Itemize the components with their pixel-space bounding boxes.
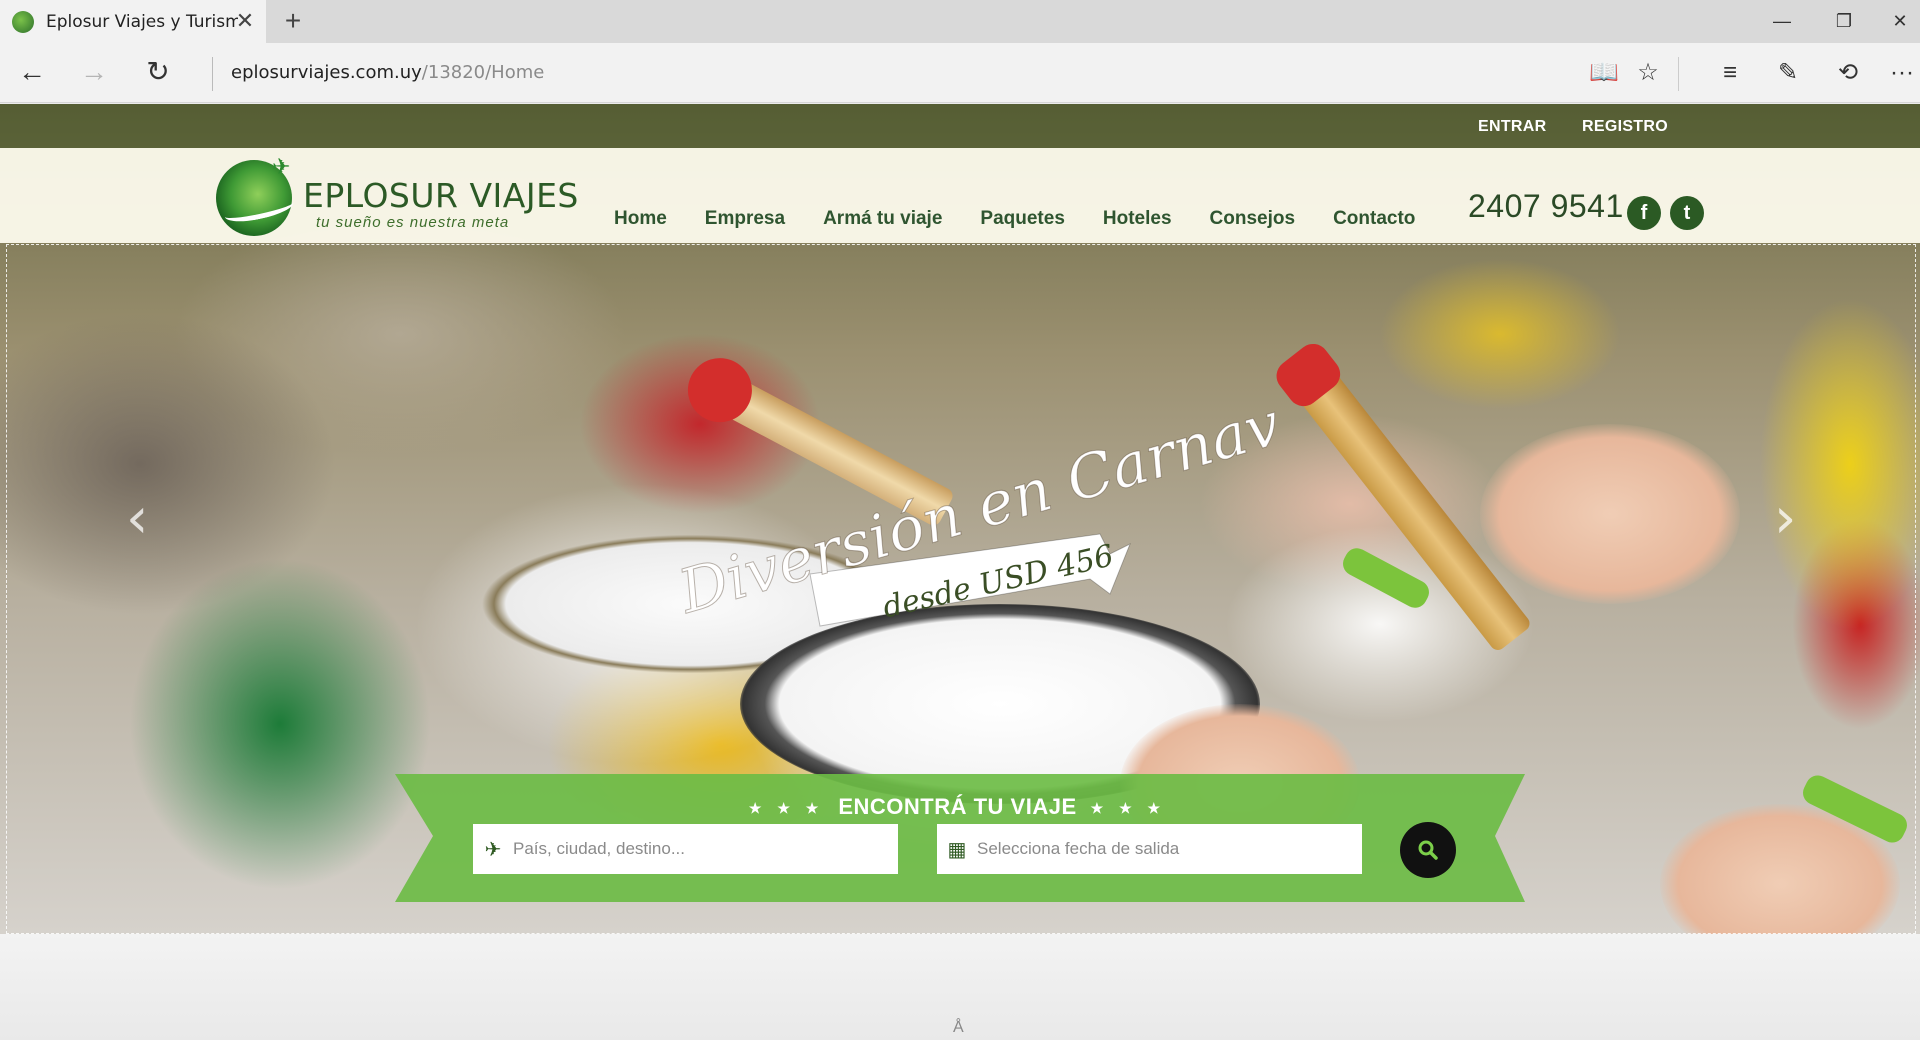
browser-tab[interactable]: Eplosur Viajes y Turismo ✕ — [0, 0, 266, 43]
stars-left-icon: ★ ★ ★ — [748, 799, 825, 816]
menu-item-paquetes[interactable]: Paquetes — [980, 208, 1064, 230]
favorite-star-icon[interactable]: ☆ — [1630, 55, 1666, 91]
toolbar-separator — [1678, 57, 1679, 91]
site-top-bar: ENTRAR REGISTRO — [0, 104, 1920, 148]
url-field[interactable]: eplosurviajes.com.uy/13820/Home — [231, 62, 544, 83]
more-icon[interactable]: ··· — [1884, 55, 1920, 91]
search-title: ENCONTRÁ TU VIAJE — [838, 794, 1077, 819]
address-bar: ← → ↻ eplosurviajes.com.uy/13820/Home 📖 … — [0, 43, 1920, 103]
forward-button[interactable]: → — [76, 55, 112, 91]
web-note-icon[interactable]: ✎ — [1770, 55, 1806, 91]
menu-item-home[interactable]: Home — [614, 208, 667, 230]
destination-input[interactable] — [513, 839, 893, 859]
url-host: eplosurviajes.com.uy — [231, 62, 422, 83]
menu-item-arma-tu-viaje[interactable]: Armá tu viaje — [823, 208, 942, 230]
site-favicon-icon — [12, 10, 34, 33]
browser-tab-bar: Eplosur Viajes y Turismo ✕ + — ❐ ✕ — [0, 0, 1920, 43]
date-input[interactable] — [977, 839, 1357, 859]
search-title-row: ★ ★ ★ ENCONTRÁ TU VIAJE ★ ★ ★ — [395, 794, 1520, 820]
footer-mark: Å — [953, 1019, 964, 1036]
logo-tagline: tu sueño es nuestra meta — [316, 214, 510, 231]
date-field[interactable]: ▦ — [937, 824, 1362, 874]
login-link[interactable]: ENTRAR — [1478, 118, 1546, 136]
slider-prev-arrow[interactable]: ‹ — [126, 486, 148, 551]
logo-name[interactable]: EPLOSUR VIAJES — [303, 176, 579, 215]
refresh-button[interactable]: ↻ — [140, 55, 176, 91]
plane-icon: ✈ — [484, 838, 502, 861]
destination-field[interactable]: ✈ — [473, 824, 898, 874]
register-link[interactable]: REGISTRO — [1582, 118, 1668, 136]
site-header: ✈ EPLOSUR VIAJES tu sueño es nuestra met… — [0, 148, 1920, 243]
minimize-button[interactable]: — — [1762, 6, 1802, 36]
facebook-icon[interactable]: f — [1627, 196, 1661, 230]
logo-plane-icon: ✈ — [272, 154, 291, 179]
back-button[interactable]: ← — [14, 55, 50, 91]
phone-number: 2407 9541 — [1468, 188, 1624, 224]
slider-next-arrow[interactable]: › — [1774, 486, 1796, 551]
url-path: /13820/Home — [421, 62, 545, 83]
search-button[interactable] — [1400, 822, 1456, 878]
address-separator — [212, 57, 213, 91]
twitter-icon[interactable]: t — [1670, 196, 1704, 230]
page-viewport: ENTRAR REGISTRO ✈ EPLOSUR VIAJES tu sueñ… — [0, 104, 1920, 1040]
menu-item-consejos[interactable]: Consejos — [1210, 208, 1296, 230]
tab-title: Eplosur Viajes y Turismo — [46, 11, 238, 32]
hub-icon[interactable]: ≡ — [1712, 55, 1748, 91]
search-icon — [1418, 840, 1438, 860]
menu-item-contacto[interactable]: Contacto — [1333, 208, 1415, 230]
main-menu: Home Empresa Armá tu viaje Paquetes Hote… — [614, 208, 1453, 230]
restore-button[interactable]: ❐ — [1824, 6, 1864, 36]
menu-item-empresa[interactable]: Empresa — [705, 208, 785, 230]
stars-right-icon: ★ ★ ★ — [1090, 799, 1167, 816]
calendar-icon: ▦ — [947, 838, 967, 861]
search-banner: ★ ★ ★ ENCONTRÁ TU VIAJE ★ ★ ★ ✈ ▦ — [395, 774, 1525, 904]
menu-item-hoteles[interactable]: Hoteles — [1103, 208, 1172, 230]
close-window-button[interactable]: ✕ — [1880, 6, 1920, 36]
new-tab-button[interactable]: + — [278, 6, 308, 36]
close-tab-icon[interactable]: ✕ — [232, 9, 258, 35]
promo-banner[interactable]: Diversión en Carnaval desde USD 456 — [640, 404, 1280, 684]
reading-view-icon[interactable]: 📖 — [1586, 55, 1622, 91]
share-icon[interactable]: ⟲ — [1830, 55, 1866, 91]
